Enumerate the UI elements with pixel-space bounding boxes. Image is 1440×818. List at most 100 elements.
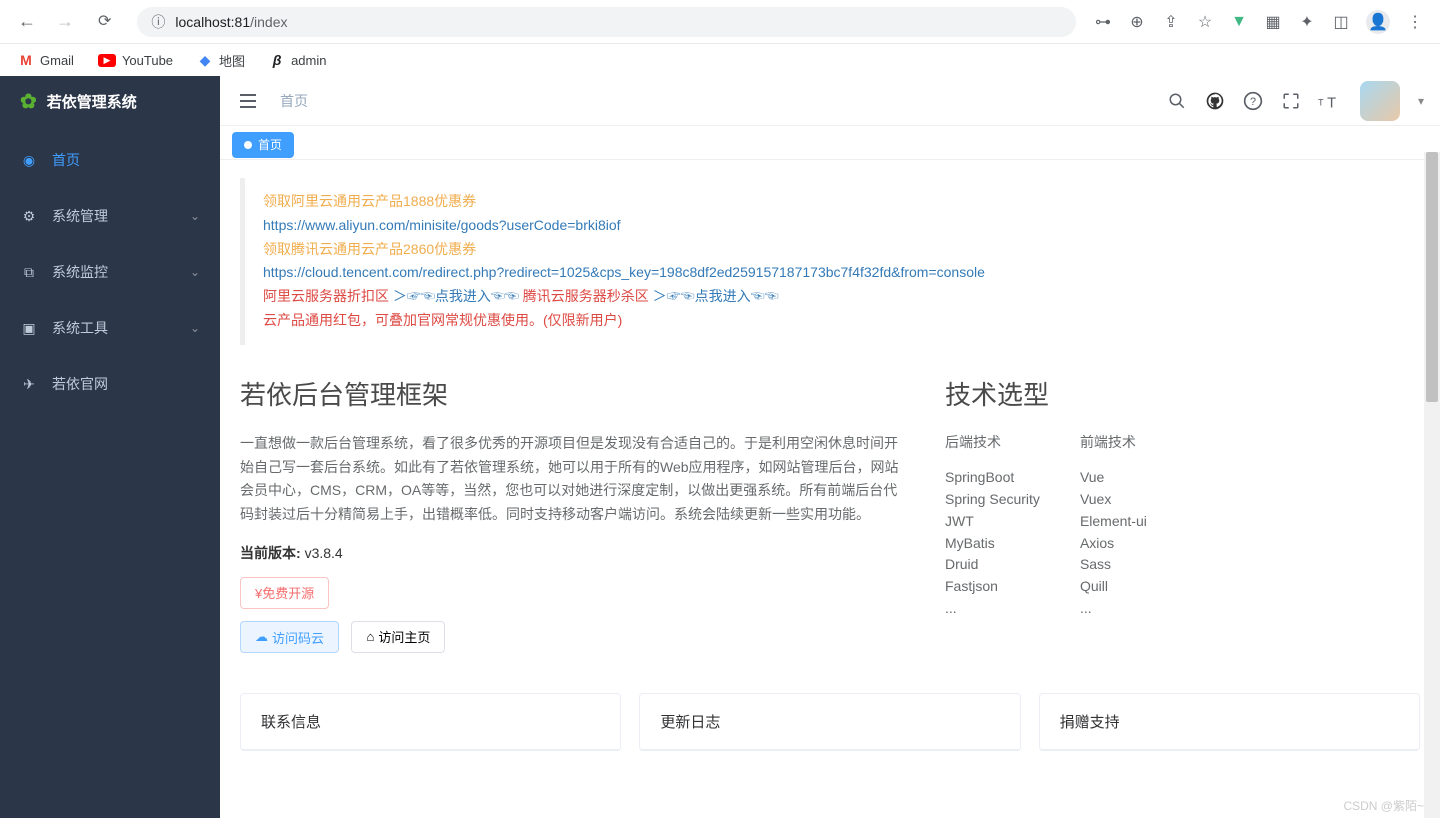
tech-backend: 后端技术 SpringBoot Spring Security JWT MyBa… (945, 432, 1040, 620)
back-button[interactable]: ← (18, 11, 36, 32)
vertical-scrollbar[interactable] (1424, 152, 1440, 818)
tech-item: Element-ui (1080, 511, 1147, 533)
sidebar: ✿ 若依管理系统 ◉ 首页 ⚙ 系统管理 ⌄ ⧉ 系统监控 ⌄ ▣ 系统工具 ⌄ (0, 76, 220, 818)
reload-button[interactable]: ⟳ (98, 11, 111, 32)
promo-link-enter2[interactable]: ＞☞☜点我进入☜☜ (653, 288, 779, 304)
panel-changelog: 更新日志 (639, 693, 1020, 751)
svg-text:T: T (1327, 95, 1336, 110)
chevron-down-icon: ⌄ (190, 265, 200, 279)
avatar[interactable] (1360, 81, 1400, 121)
tech-columns: 后端技术 SpringBoot Spring Security JWT MyBa… (945, 432, 1420, 620)
fullscreen-icon[interactable] (1280, 90, 1302, 112)
tab-label: 首页 (258, 136, 282, 153)
panel-header: 更新日志 (640, 694, 1019, 750)
tech-item: Sass (1080, 554, 1147, 576)
bookmark-youtube[interactable]: ▶YouTube (98, 53, 173, 68)
brand-title: 若依管理系统 (47, 91, 137, 112)
dashboard-icon: ◉ (20, 152, 38, 169)
gear-icon: ⚙ (20, 208, 38, 225)
visit-homepage-button[interactable]: ⌂ 访问主页 (351, 621, 445, 653)
tech-item: Spring Security (945, 489, 1040, 511)
plane-icon: ✈ (20, 376, 38, 393)
sidebar-item-label: 若依官网 (52, 374, 108, 394)
topbar-right: ? TT ▾ (1166, 81, 1424, 121)
promo-link-tencent[interactable]: https://cloud.tencent.com/redirect.php?r… (263, 264, 985, 280)
promo-text: 阿里云服务器折扣区 (263, 288, 389, 304)
promo-link-aliyun[interactable]: https://www.aliyun.com/minisite/goods?us… (263, 217, 621, 233)
tech-item: JWT (945, 511, 1040, 533)
toolbar-actions: ⊶ ⊕ ⇪ ☆ ▼ ▦ ✦ ◫ 👤 ⋮ (1094, 10, 1430, 34)
breadcrumb: 首页 (280, 91, 308, 111)
maps-icon: ◆ (197, 52, 213, 68)
bookmark-star-icon[interactable]: ☆ (1196, 13, 1214, 31)
menu-dots-icon[interactable]: ⋮ (1406, 13, 1424, 31)
scrollbar-thumb[interactable] (1426, 152, 1438, 402)
tech-item: SpringBoot (945, 467, 1040, 489)
font-size-icon[interactable]: TT (1318, 90, 1340, 112)
gmail-icon: M (18, 52, 34, 68)
github-icon[interactable] (1204, 90, 1226, 112)
url-bar[interactable]: ⓘ localhost:81/index (137, 7, 1076, 37)
hamburger-icon (238, 91, 258, 111)
tech-title: 技术选型 (945, 375, 1420, 412)
collapse-toggle[interactable] (236, 89, 260, 113)
puzzle-extensions-icon[interactable]: ✦ (1298, 13, 1316, 31)
panel-header: 联系信息 (241, 694, 620, 750)
sidebar-item-home[interactable]: ◉ 首页 (0, 132, 220, 188)
cloud-icon: ☁ (255, 629, 268, 645)
nav-arrows: ← → ⟳ (10, 11, 119, 32)
ext-icon[interactable]: ▦ (1264, 13, 1282, 31)
sidebar-item-system-monitor[interactable]: ⧉ 系统监控 ⌄ (0, 244, 220, 300)
info-panels: 联系信息 更新日志 捐赠支持 (240, 693, 1420, 751)
intro-right: 技术选型 后端技术 SpringBoot Spring Security JWT… (945, 375, 1420, 654)
main-area: 首页 ? TT ▾ 首页 领取阿里云通用云产品1888优惠券 https (220, 76, 1440, 818)
version-line: 当前版本: v3.8.4 (240, 543, 905, 563)
avatar-dropdown-icon[interactable]: ▾ (1418, 94, 1424, 108)
tech-item: Quill (1080, 576, 1147, 598)
site-info-icon[interactable]: ⓘ (151, 12, 165, 32)
youtube-icon: ▶ (98, 54, 116, 67)
content-scroll[interactable]: 领取阿里云通用云产品1888优惠券 https://www.aliyun.com… (220, 160, 1440, 818)
search-icon[interactable] (1166, 90, 1188, 112)
svg-text:?: ? (1250, 96, 1256, 108)
tech-frontend: 前端技术 Vue Vuex Element-ui Axios Sass Quil… (1080, 432, 1147, 620)
tab-home[interactable]: 首页 (232, 132, 294, 158)
profile-icon[interactable]: 👤 (1366, 10, 1390, 34)
promo-link-enter1[interactable]: ＞☞☜点我进入☜☜ (393, 288, 519, 304)
svg-text:T: T (1318, 97, 1324, 107)
help-icon[interactable]: ? (1242, 90, 1264, 112)
tech-item: Fastjson (945, 576, 1040, 598)
sidepanel-icon[interactable]: ◫ (1332, 13, 1350, 31)
forward-button[interactable]: → (56, 11, 74, 32)
app-root: ✿ 若依管理系统 ◉ 首页 ⚙ 系统管理 ⌄ ⧉ 系统监控 ⌄ ▣ 系统工具 ⌄ (0, 76, 1440, 818)
monitor-icon: ⧉ (20, 264, 38, 281)
visit-gitee-button[interactable]: ☁ 访问码云 (240, 621, 339, 653)
btn-label: 访问码云 (272, 628, 324, 647)
brand[interactable]: ✿ 若依管理系统 (0, 76, 220, 126)
sidebar-item-official-site[interactable]: ✈ 若依官网 (0, 356, 220, 412)
bookmark-gmail[interactable]: MGmail (18, 52, 74, 68)
sidebar-item-system-manage[interactable]: ⚙ 系统管理 ⌄ (0, 188, 220, 244)
sidebar-item-label: 首页 (52, 150, 80, 170)
panel-contact: 联系信息 (240, 693, 621, 751)
page-title: 若依后台管理框架 (240, 375, 905, 412)
sidebar-item-label: 系统管理 (52, 206, 108, 226)
tech-item: ... (945, 598, 1040, 620)
topbar: 首页 ? TT ▾ (220, 76, 1440, 126)
intro-left: 若依后台管理框架 一直想做一款后台管理系统，看了很多优秀的开源项目但是发现没有合… (240, 375, 905, 654)
share-icon[interactable]: ⇪ (1162, 13, 1180, 31)
promo-text: 领取腾讯云通用云产品2860优惠券 (263, 241, 476, 257)
tech-item: Druid (945, 554, 1040, 576)
free-opensource-button[interactable]: ¥免费开源 (240, 577, 329, 609)
vue-icon[interactable]: ▼ (1230, 13, 1248, 31)
url-text: localhost:81/index (175, 14, 287, 30)
tech-item: MyBatis (945, 533, 1040, 555)
bookmark-admin[interactable]: βadmin (269, 52, 326, 68)
tech-item: Vue (1080, 467, 1147, 489)
zoom-icon[interactable]: ⊕ (1128, 13, 1146, 31)
key-icon[interactable]: ⊶ (1094, 13, 1112, 31)
sidebar-item-label: 系统监控 (52, 262, 108, 282)
sidebar-item-system-tools[interactable]: ▣ 系统工具 ⌄ (0, 300, 220, 356)
tech-backend-title: 后端技术 (945, 432, 1040, 454)
bookmark-maps[interactable]: ◆地图 (197, 51, 245, 70)
